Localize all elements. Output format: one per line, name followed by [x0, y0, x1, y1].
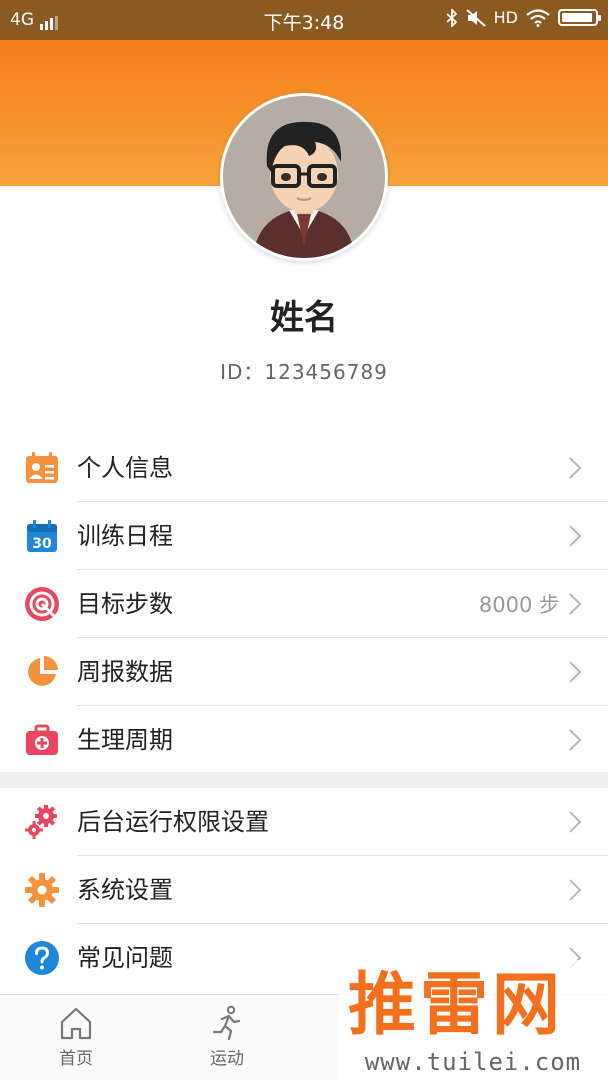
watermark-logo: 推雷网: [348, 966, 565, 1045]
chevron-right-icon: [569, 811, 582, 833]
menu-item-menstrual-cycle[interactable]: 生理周期: [0, 706, 608, 774]
watermark-url: www.tuilei.com: [364, 1048, 582, 1076]
wifi-icon: [526, 8, 550, 27]
target-icon: [25, 587, 59, 621]
profile-card-icon: [26, 452, 58, 483]
pie-chart-icon: [28, 656, 58, 686]
chevron-right-icon: [569, 729, 582, 751]
menu-item-personal-info[interactable]: 个人信息: [0, 434, 608, 502]
nav-tab-label: 运动: [210, 1049, 244, 1069]
chevron-right-icon: [569, 593, 582, 615]
nav-tab-home[interactable]: 首页: [16, 1003, 136, 1073]
target-steps-value: 8000 步: [478, 593, 560, 617]
menu-item-label: 生理周期: [77, 726, 173, 754]
status-bar: 4G 下午3:48 HD: [0, 0, 608, 40]
hd-indicator: HD: [493, 8, 518, 27]
profile-name: 姓名: [270, 298, 338, 338]
menu-item-label: 常见问题: [77, 944, 173, 972]
question-icon: [25, 941, 59, 975]
avatar[interactable]: [220, 93, 388, 261]
menu-item-system-settings[interactable]: 系统设置: [0, 856, 608, 924]
battery-icon: [558, 9, 601, 26]
menu-item-background-permission[interactable]: 后台运行权限设置: [0, 788, 608, 856]
calendar-day-number: 30: [32, 536, 52, 552]
menu-item-weekly-report[interactable]: 周报数据: [0, 638, 608, 706]
chevron-right-icon: [569, 457, 582, 479]
calendar-icon: 30: [27, 520, 57, 552]
nav-tab-sport[interactable]: 运动: [167, 1003, 287, 1073]
gear-icon: [25, 873, 59, 907]
nav-tab-label: 首页: [59, 1049, 93, 1069]
chevron-right-icon: [569, 879, 582, 901]
status-icons: HD: [446, 8, 601, 27]
menu-group-personal: 个人信息 30 训练日程 目标步数 8000 步 周报数据 生理周期: [0, 434, 608, 774]
home-icon: [60, 1007, 92, 1040]
chevron-right-icon: [569, 661, 582, 683]
bluetooth-icon: [446, 8, 457, 27]
chevron-right-icon: [569, 525, 582, 547]
menu-item-label: 后台运行权限设置: [77, 808, 269, 836]
menu-item-label: 目标步数: [77, 590, 173, 618]
menu-item-label: 训练日程: [77, 522, 173, 550]
menu-item-training-schedule[interactable]: 30 训练日程: [0, 502, 608, 570]
avatar-illustration: [223, 96, 385, 258]
menu-item-label: 个人信息: [77, 454, 173, 482]
menu-item-label: 系统设置: [77, 876, 173, 904]
medical-kit-icon: [26, 724, 58, 755]
gears-icon: [25, 805, 57, 839]
section-divider: [0, 772, 608, 788]
menu-item-label: 周报数据: [77, 658, 173, 686]
profile-id: ID：123456789: [220, 360, 388, 384]
menu-item-target-steps[interactable]: 目标步数 8000 步: [0, 570, 608, 638]
watermark: 推雷网 www.tuilei.com: [338, 960, 608, 1080]
mute-icon: [465, 8, 486, 27]
running-icon: [212, 1005, 241, 1041]
